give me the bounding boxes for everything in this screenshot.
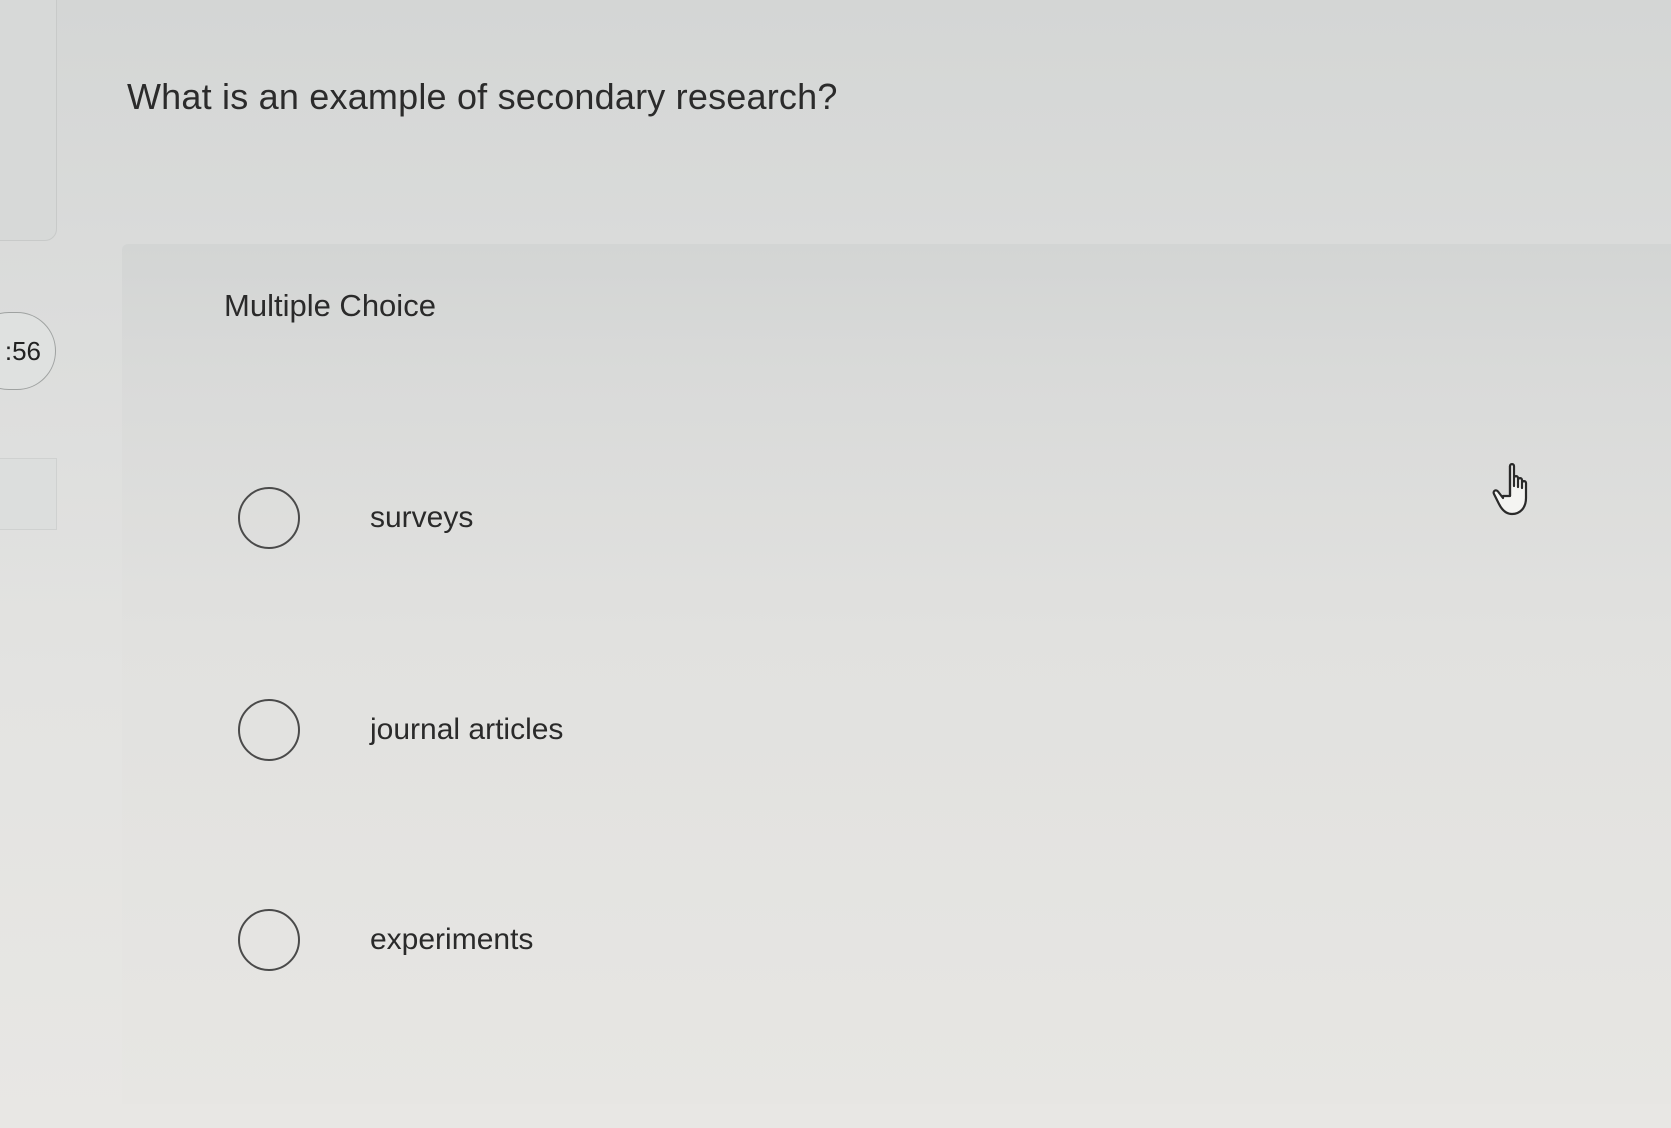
timer-text: :56 — [4, 335, 41, 366]
answer-panel — [122, 244, 1671, 1104]
left-side-box — [0, 458, 57, 530]
radio-button[interactable] — [238, 487, 300, 549]
question-text: What is an example of secondary research… — [127, 76, 838, 117]
hand-pointer-icon — [1492, 463, 1528, 516]
question-type-label: Multiple Choice — [224, 288, 436, 323]
radio-button[interactable] — [238, 909, 300, 971]
option-experiments[interactable]: experiments — [238, 909, 533, 971]
radio-button[interactable] — [238, 699, 300, 761]
option-journal-articles[interactable]: journal articles — [238, 699, 563, 761]
option-label: surveys — [370, 501, 474, 534]
timer-badge[interactable]: :56 — [0, 312, 56, 390]
option-surveys[interactable]: surveys — [238, 487, 473, 549]
option-label: experiments — [370, 923, 534, 956]
option-label: journal articles — [370, 713, 564, 746]
left-side-panel — [0, 0, 57, 241]
